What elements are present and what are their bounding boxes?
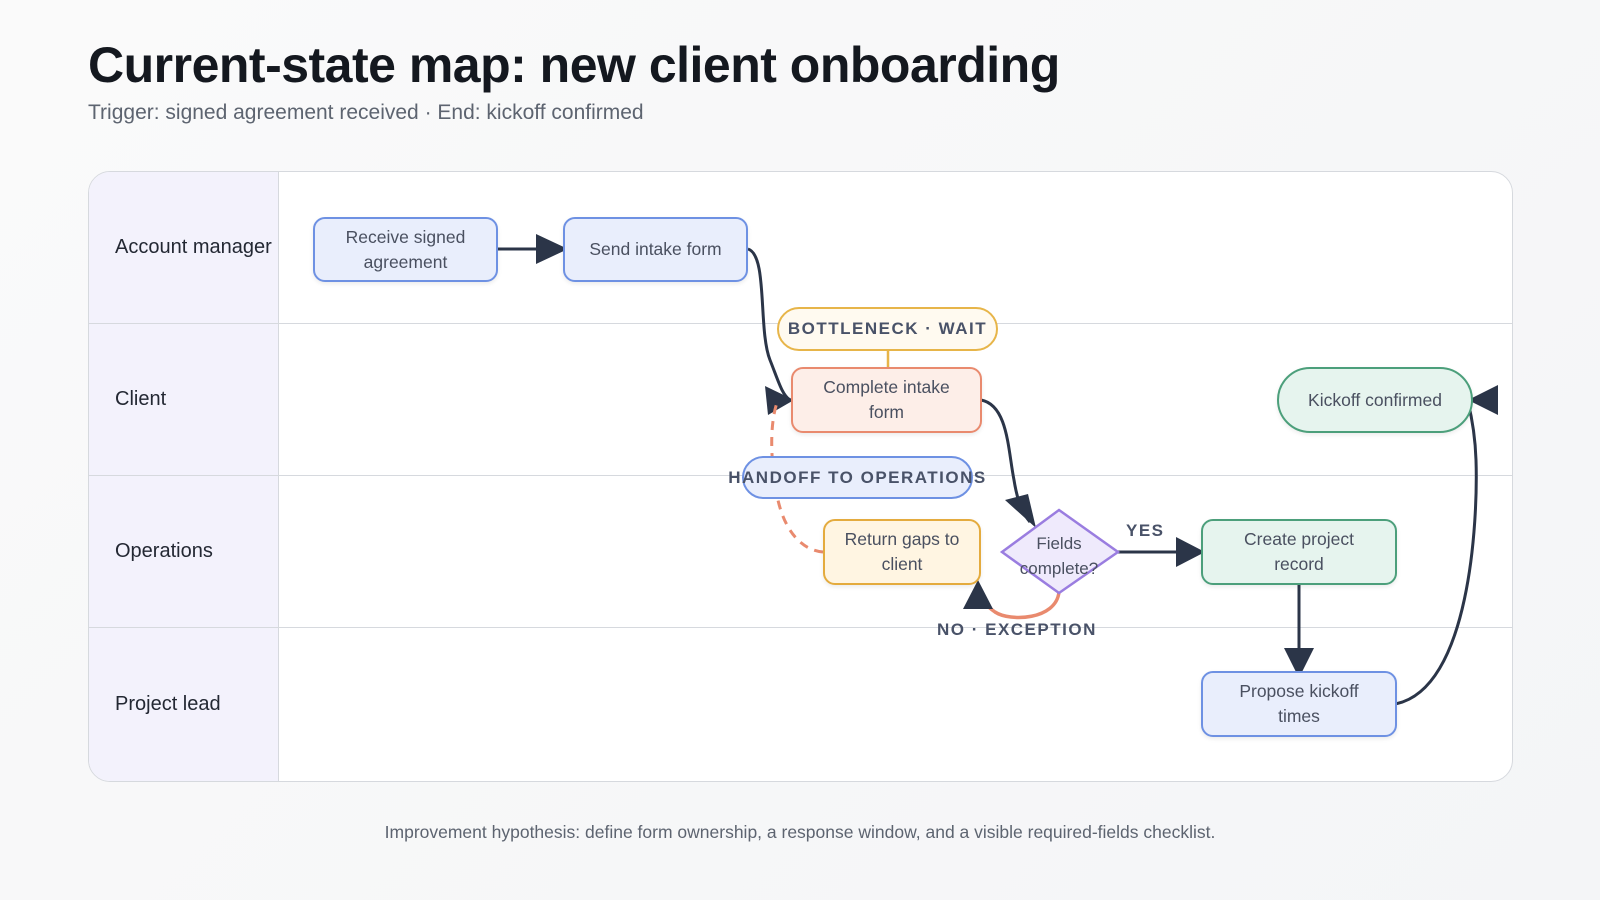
edge-decision-no — [978, 591, 1061, 620]
step-label: Send intake form — [589, 239, 722, 259]
step-label: Complete intake form — [823, 377, 950, 422]
step-propose-kickoff-times[interactable]: Propose kickoff times — [1201, 671, 1397, 737]
step-return-gaps[interactable]: Return gaps to client — [823, 519, 981, 585]
bottleneck-tag: BOTTLENECK · WAIT — [777, 307, 998, 351]
step-complete-intake-form[interactable]: Complete intake form — [791, 367, 982, 433]
step-receive-agreement[interactable]: Receive signed agreement — [313, 217, 498, 282]
step-send-intake-form[interactable]: Send intake form — [563, 217, 748, 282]
step-label: Create project record — [1244, 529, 1354, 574]
step-label: Receive signed agreement — [345, 226, 466, 272]
flow-connectors — [497, 234, 1498, 706]
edge-propose-to-kickoff — [1394, 401, 1478, 706]
arrowhead — [765, 386, 794, 415]
decision-label[interactable]: Fields complete? — [1002, 526, 1116, 586]
handoff-tag: HANDOFF TO OPERATIONS — [728, 456, 985, 499]
edge-label-no-exception: NO · EXCEPTION — [937, 620, 1097, 639]
arrowhead — [1005, 494, 1036, 528]
step-label: Kickoff confirmed — [1308, 389, 1442, 410]
edge-label-yes: YES — [1126, 521, 1165, 540]
step-label: Return gaps to client — [844, 529, 960, 574]
improvement-hypothesis: Improvement hypothesis: define form owne… — [384, 822, 1216, 842]
step-label: Propose kickoff times — [1239, 681, 1359, 726]
step-create-project-record[interactable]: Create project record — [1201, 519, 1397, 585]
end-kickoff-confirmed[interactable]: Kickoff confirmed — [1277, 367, 1473, 433]
